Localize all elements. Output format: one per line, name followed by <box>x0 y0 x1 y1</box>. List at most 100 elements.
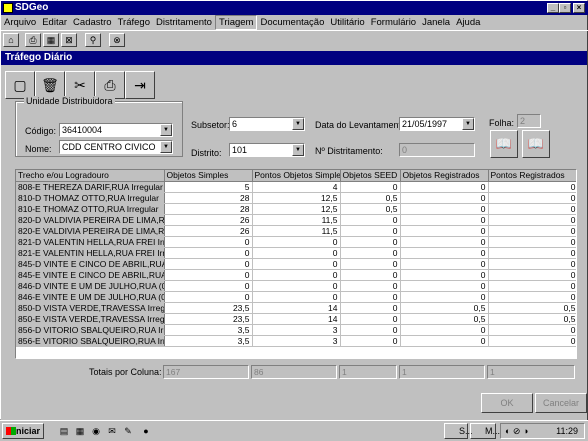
table-cell[interactable]: 0 <box>340 302 401 314</box>
table-cell[interactable]: 0 <box>488 214 576 226</box>
table-cell[interactable]: 26 <box>164 214 253 226</box>
column-header[interactable]: Objetos Simples <box>164 170 253 182</box>
cancel-button[interactable]: Cancelar <box>535 393 587 413</box>
layout-icon[interactable]: ▦ <box>43 33 59 47</box>
mail-icon[interactable]: ✉ <box>106 425 118 437</box>
menu-item-9[interactable]: Janela <box>419 16 453 29</box>
table-cell[interactable]: 23,5 <box>164 313 253 325</box>
table-row[interactable]: 846-E VINTE E UM DE JULHO,RUA (0- 0 0 0 0 0 <box>16 291 576 303</box>
table-cell[interactable]: 0 <box>400 192 489 204</box>
close-button[interactable]: × <box>573 3 585 13</box>
table-row[interactable]: 846-D VINTE E UM DE JULHO,RUA (0- 0 0 0 0 0 <box>16 280 576 292</box>
table-cell[interactable]: 0,5 <box>400 313 489 325</box>
folder-icon[interactable]: ⌂ <box>3 33 19 47</box>
table-cell[interactable]: 0 <box>488 247 576 259</box>
app-quick-icon[interactable]: ● <box>140 425 152 437</box>
table-cell[interactable]: 12,5 <box>252 203 341 215</box>
table-cell[interactable]: 0 <box>400 269 489 281</box>
table-cell[interactable]: 28 <box>164 203 253 215</box>
table-row[interactable]: 845-E VINTE E CINCO DE ABRIL,RUA 0 0 0 0 0 <box>16 269 576 281</box>
table-cell[interactable]: 0 <box>400 291 489 303</box>
chevron-down-icon[interactable]: ▼ <box>292 144 304 156</box>
table-cell[interactable]: 0 <box>488 291 576 303</box>
subsetor-select[interactable]: 6 ▼ <box>229 117 305 131</box>
table-cell[interactable]: 0 <box>164 280 253 292</box>
table-cell[interactable]: 0 <box>488 203 576 215</box>
nome-select[interactable]: CDD CENTRO CIVICO ▼ <box>59 140 173 154</box>
table-row[interactable]: 856-D VITORIO SBALQUEIRO,RUA Irre 3,5 3 0 0 0 <box>16 324 576 336</box>
task-m[interactable]: M... <box>470 423 500 439</box>
table-cell[interactable]: 0 <box>252 280 341 292</box>
explorer-icon[interactable]: ▦ <box>74 425 86 437</box>
table-cell[interactable]: 0 <box>400 280 489 292</box>
menu-item-8[interactable]: Formulário <box>368 16 419 29</box>
menu-item-7[interactable]: Utilitário <box>327 16 367 29</box>
table-cell[interactable]: 0 <box>340 313 401 325</box>
table-row[interactable]: 820-D VALDIVIA PEREIRA DE LIMA,RUA 26 11,5… <box>16 214 576 226</box>
table-cell[interactable]: 28 <box>164 192 253 204</box>
table-cell[interactable]: 0 <box>340 258 401 270</box>
table-cell[interactable]: 0 <box>488 258 576 270</box>
codigo-select[interactable]: 36410004 ▼ <box>59 123 173 137</box>
table-cell[interactable]: 0 <box>340 324 401 336</box>
internet-icon[interactable]: ◉ <box>90 425 102 437</box>
table-cell[interactable]: 0,5 <box>488 313 576 325</box>
table-cell[interactable]: 0 <box>400 225 489 237</box>
maximize-button[interactable]: ▫ <box>559 3 571 13</box>
table-cell[interactable]: 0 <box>164 269 253 281</box>
table-cell[interactable]: 3,5 <box>164 335 253 347</box>
desktop-icon[interactable]: ▤ <box>58 425 70 437</box>
table-cell[interactable]: 0 <box>340 291 401 303</box>
table-cell[interactable]: 0,5 <box>340 203 401 215</box>
chevron-down-icon[interactable]: ▼ <box>160 141 172 153</box>
table-row[interactable]: 850-E VISTA VERDE,TRAVESSA Irregu 23,5 14 0… <box>16 313 576 325</box>
chevron-down-icon[interactable]: ▼ <box>292 118 304 130</box>
table-cell[interactable]: 0,5 <box>340 192 401 204</box>
table-cell[interactable]: 0 <box>400 247 489 259</box>
table-cell[interactable]: 0 <box>400 214 489 226</box>
find-icon[interactable]: ⚲ <box>85 33 101 47</box>
table-cell[interactable]: 0 <box>340 225 401 237</box>
table-row[interactable]: 845-D VINTE E CINCO DE ABRIL,RUA 0 0 0 0 0 <box>16 258 576 270</box>
table-cell[interactable]: 0 <box>488 280 576 292</box>
prev-page-button[interactable]: 📖 <box>490 130 518 158</box>
table-cell[interactable]: 12,5 <box>252 192 341 204</box>
column-header[interactable]: Pontos Registrados <box>488 170 576 182</box>
table-cell[interactable]: 0 <box>488 335 576 347</box>
table-cell[interactable]: 0 <box>164 247 253 259</box>
table-cell[interactable]: 0 <box>340 280 401 292</box>
menu-item-1[interactable]: Editar <box>39 16 70 29</box>
table-cell[interactable]: 0 <box>488 236 576 248</box>
distrito-select[interactable]: 101 ▼ <box>229 143 305 157</box>
table-cell[interactable]: 0 <box>340 335 401 347</box>
table-cell[interactable]: 0 <box>400 203 489 215</box>
table-cell[interactable]: 0 <box>340 247 401 259</box>
column-header[interactable]: Objetos SEED <box>340 170 401 182</box>
table-cell[interactable]: 0 <box>340 214 401 226</box>
table-row[interactable]: 856-E VITORIO SBALQUEIRO,RUA Irre 3,5 3 0 0 0 <box>16 335 576 347</box>
menu-item-5[interactable]: Triagem <box>214 15 258 30</box>
table-cell[interactable]: 0 <box>164 236 253 248</box>
menu-item-4[interactable]: Distritamento <box>153 16 215 29</box>
chevron-down-icon[interactable]: ▼ <box>462 118 474 130</box>
table-row[interactable]: 820-E VALDIVIA PEREIRA DE LIMA,RUA 26 11,5… <box>16 225 576 237</box>
menu-item-0[interactable]: Arquivo <box>1 16 39 29</box>
table-cell[interactable]: 0 <box>252 247 341 259</box>
table-row[interactable]: 821-D VALENTIN HELLA,RUA FREI Irreg 0 0 0 0 0 <box>16 236 576 248</box>
table-cell[interactable]: 3 <box>252 324 341 336</box>
column-header[interactable]: Objetos Registrados <box>400 170 489 182</box>
minimize-button[interactable]: _ <box>547 3 559 13</box>
table-cell[interactable]: 0 <box>252 236 341 248</box>
table-cell[interactable]: 4 <box>252 181 341 193</box>
ok-button[interactable]: OK <box>481 393 533 413</box>
table-cell[interactable]: 3,5 <box>164 324 253 336</box>
column-header[interactable]: Pontos Objetos Simples <box>252 170 341 182</box>
delete-button[interactable]: 🗑 <box>35 71 65 99</box>
table-cell[interactable]: 11,5 <box>252 214 341 226</box>
table-cell[interactable]: 0 <box>340 181 401 193</box>
table-cell[interactable]: 5 <box>164 181 253 193</box>
column-header[interactable]: Trecho e/ou Logradouro <box>16 170 165 182</box>
table-cell[interactable]: 26 <box>164 225 253 237</box>
table-cell[interactable]: 0 <box>488 324 576 336</box>
table-row[interactable]: 810-E THOMAZ OTTO,RUA Irregular 28 12,5 0,5… <box>16 203 576 215</box>
